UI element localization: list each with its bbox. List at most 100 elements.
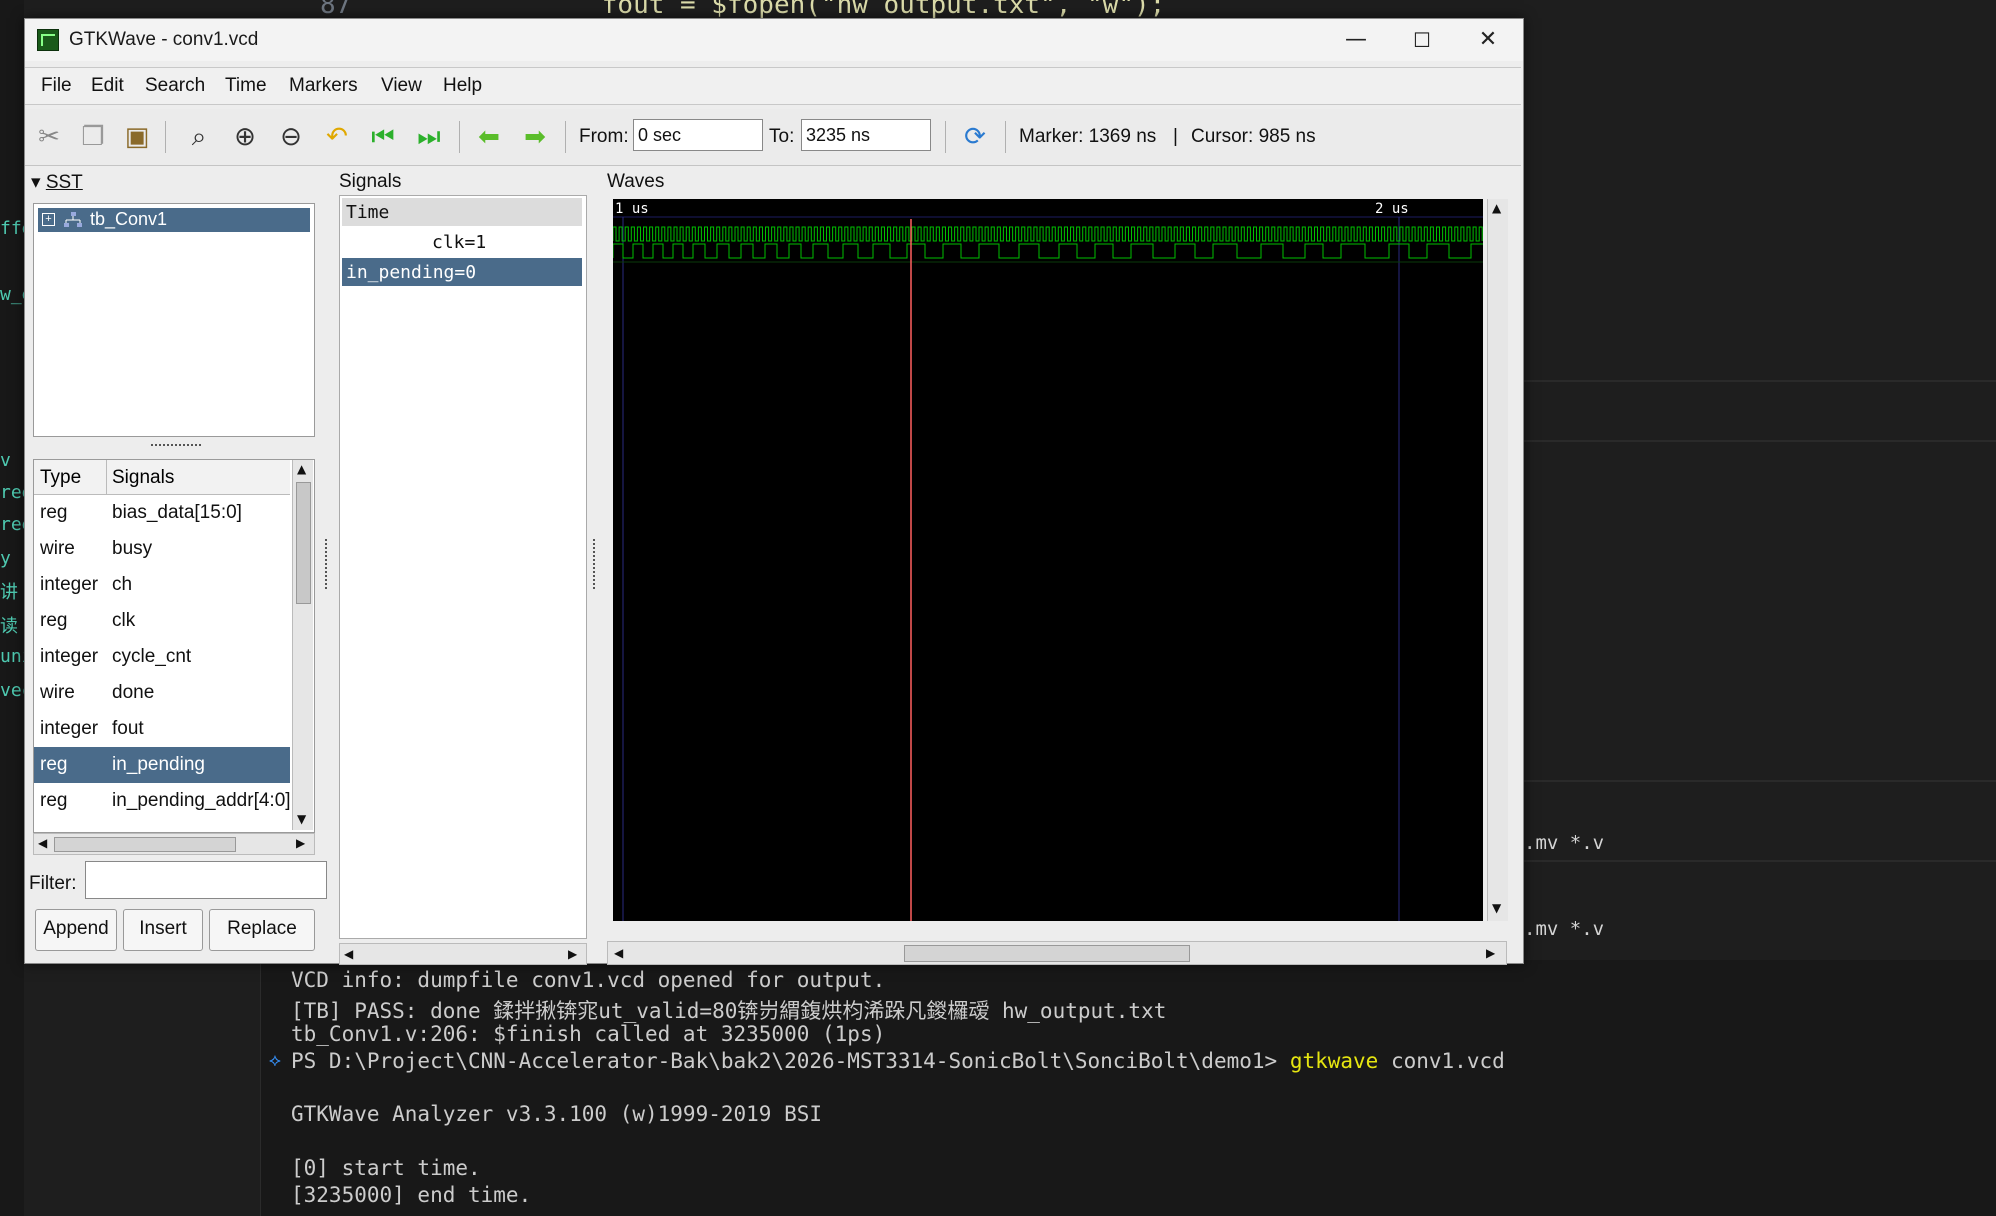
title-bar[interactable]: GTKWave - conv1.vcd — ☐ ✕ [25,19,1523,61]
signal-row[interactable]: reg bias_data[15:0] [34,495,290,531]
menu-bar: File Edit Search Time Markers View Help [25,67,1521,105]
filter-label: Filter: [29,873,77,894]
toolbar-separator [565,121,566,153]
prompt-icon: ⟡ [269,1050,281,1071]
scroll-right-icon[interactable]: ▶ [1486,946,1495,960]
waveform-canvas[interactable]: 1 us 2 us [613,199,1483,921]
signal-list-hscroll[interactable]: ◀ ▶ [33,833,315,855]
terminal-line: VCD info: dumpfile conv1.vcd opened for … [291,968,886,992]
paste-icon[interactable]: ▣ [119,119,155,155]
toolbar-separator [945,121,946,153]
gutter-fragment: 读 [0,616,18,637]
gtkwave-app-icon [37,29,59,51]
cut-icon[interactable]: ✂ [31,119,67,155]
signal-list-scrollbar[interactable]: ▲ ▼ [292,460,313,830]
scroll-up-icon[interactable]: ▲ [1492,201,1501,215]
replace-button[interactable]: Replace [209,909,315,951]
editor-area: 87 fout = $fopen("hw_output.txt", "w"); [0,0,1996,20]
gtkwave-window: GTKWave - conv1.vcd — ☐ ✕ File Edit Sear… [24,18,1524,965]
scroll-thumb[interactable] [296,482,311,604]
gutter-fragment: 讲 [0,582,18,603]
expand-icon[interactable]: + [42,213,55,226]
signals-header: Signals [339,171,402,192]
zoom-fit-icon[interactable]: ⌕ [181,119,217,155]
scroll-left-icon[interactable]: ◀ [38,836,47,850]
append-button[interactable]: Append [35,909,117,951]
signal-value-row-selected[interactable]: in_pending=0 [342,258,582,286]
minimize-button[interactable]: — [1323,19,1389,61]
waves-vscroll[interactable]: ▲ ▼ [1487,199,1508,921]
signal-row-selected[interactable]: reg in_pending [34,747,290,783]
menu-help[interactable]: Help [443,75,482,97]
go-start-icon[interactable]: ⏮ [365,119,401,155]
cursor-readout: Cursor: 985 ns [1191,126,1316,147]
to-label: To: [769,126,795,147]
terminal-output: GTKWave Analyzer v3.3.100 (w)1999-2019 B… [291,1102,823,1126]
toolbar: ✂ ❐ ▣ ⌕ ⊕ ⊖ ↶ ⏮ ⏭ ⬅ ➡ From: To: ⟳ Marker… [25,109,1521,166]
pane-resize-grip[interactable] [325,539,331,589]
sst-header[interactable]: ▾ SST [31,171,83,194]
copy-icon[interactable]: ❐ [75,119,111,155]
tree-item-tb-conv1[interactable]: + tb_Conv1 [38,208,310,232]
scroll-down-icon[interactable]: ▼ [1492,901,1501,915]
signal-row[interactable]: reg clk [34,603,290,639]
to-input[interactable] [801,119,931,151]
scroll-up-icon[interactable]: ▲ [297,462,306,476]
signal-row[interactable]: integer ch [34,567,290,603]
in-pending-waveform [613,243,1483,259]
undo-zoom-icon[interactable]: ↶ [319,119,355,155]
maximize-button[interactable]: ☐ [1389,19,1455,61]
signal-list-header: Type Signals [34,460,290,495]
terminal-prompt-line: PS D:\Project\CNN-Accelerator-Bak\bak2\2… [291,1049,1505,1073]
signal-row[interactable]: wire done [34,675,290,711]
window-title: GTKWave - conv1.vcd [69,29,259,50]
collapse-triangle-icon[interactable]: ▾ [31,172,41,193]
divider [1524,440,1996,442]
prev-edge-icon[interactable]: ⬅ [471,119,507,155]
divider [1524,780,1996,782]
terminal-side-text: .mv *.v [1524,832,1605,854]
menu-edit[interactable]: Edit [91,75,124,97]
menu-search[interactable]: Search [145,75,205,97]
time-row: Time [342,198,582,226]
insert-button[interactable]: Insert [123,909,203,951]
waves-hscroll[interactable]: ◀ ▶ [607,941,1507,965]
divider [1524,380,1996,382]
scroll-left-icon[interactable]: ◀ [614,946,623,960]
terminal[interactable]: VCD info: dumpfile conv1.vcd opened for … [260,960,1996,1216]
pane-resize-grip[interactable] [151,444,201,452]
scroll-thumb[interactable] [54,837,236,852]
scroll-right-icon[interactable]: ▶ [296,836,305,850]
filter-input[interactable] [85,861,327,899]
menu-markers[interactable]: Markers [289,75,358,97]
pane-resize-grip[interactable] [593,539,599,589]
next-edge-icon[interactable]: ➡ [517,119,553,155]
hierarchy-icon [64,212,82,227]
menu-time[interactable]: Time [225,75,267,97]
menu-view[interactable]: View [381,75,422,97]
gutter-fragment: y [0,548,11,569]
signal-row[interactable]: reg in_pending_addr[4:0] [34,783,291,819]
signal-row[interactable]: integer cycle_cnt [34,639,290,675]
col-signals[interactable]: Signals [112,467,174,489]
signal-value-row[interactable]: clk=1 [342,228,582,256]
zoom-out-icon[interactable]: ⊖ [273,119,309,155]
signals-hscroll[interactable]: ◀ ▶ [339,943,587,965]
terminal-line: [TB] PASS: done 鍒拌揪锛宨ut_valid=80锛岃緭鍑烘枃浠跺… [291,999,1167,1023]
col-type[interactable]: Type [40,467,81,489]
zoom-in-icon[interactable]: ⊕ [227,119,263,155]
signal-row[interactable]: integer fout [34,711,290,747]
scroll-thumb[interactable] [904,945,1190,962]
reload-icon[interactable]: ⟳ [957,119,993,155]
marker-readout: Marker: 1369 ns [1019,126,1157,147]
close-button[interactable]: ✕ [1455,19,1521,61]
waveform-traces [613,216,1483,921]
divider [1524,860,1996,862]
from-input[interactable] [633,119,763,151]
scroll-left-icon[interactable]: ◀ [344,947,353,961]
scroll-right-icon[interactable]: ▶ [568,947,577,961]
signal-row[interactable]: wire busy [34,531,290,567]
scroll-down-icon[interactable]: ▼ [297,812,306,826]
go-end-icon[interactable]: ⏭ [411,119,447,155]
menu-file[interactable]: File [41,75,72,97]
